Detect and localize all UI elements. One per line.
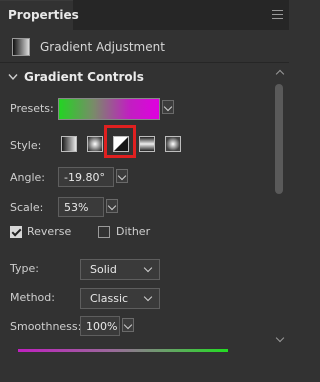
- style-radial-icon[interactable]: [87, 136, 103, 152]
- method-label: Method:: [10, 291, 55, 304]
- presets-label: Presets:: [10, 102, 54, 115]
- style-reflected-icon[interactable]: [139, 136, 155, 152]
- style-label: Style:: [10, 139, 42, 152]
- section-title[interactable]: Gradient Controls: [24, 70, 144, 84]
- style-diamond-icon[interactable]: [165, 136, 181, 152]
- tab-properties-label: Properties: [8, 8, 79, 22]
- angle-dropdown-chevron-icon[interactable]: [116, 169, 128, 183]
- smoothness-label: Smoothness:: [10, 320, 82, 333]
- style-selection-highlight: [104, 125, 136, 158]
- smoothness-dropdown-chevron-icon[interactable]: [122, 318, 134, 332]
- tab-properties[interactable]: Properties: [0, 0, 79, 30]
- gradient-preset-swatch[interactable]: [58, 98, 160, 120]
- scale-dropdown-chevron-icon[interactable]: [106, 199, 118, 213]
- angle-label: Angle:: [10, 171, 46, 184]
- chevron-down-icon: [143, 292, 153, 302]
- type-select[interactable]: Solid: [80, 259, 160, 280]
- chevron-down-icon[interactable]: [8, 73, 18, 81]
- scroll-up-arrow-icon[interactable]: [276, 68, 284, 76]
- reverse-label: Reverse: [27, 225, 72, 238]
- method-select-value: Classic: [90, 292, 129, 305]
- hamburger-menu-icon[interactable]: [272, 10, 283, 19]
- reverse-checkbox[interactable]: [10, 226, 22, 238]
- gradient-preview-bar: [18, 349, 228, 352]
- dither-checkbox[interactable]: [98, 226, 110, 238]
- scale-input[interactable]: 53%: [58, 197, 104, 217]
- dither-label: Dither: [116, 225, 151, 238]
- presets-dropdown-chevron-icon[interactable]: [162, 100, 174, 114]
- scale-label: Scale:: [10, 201, 44, 214]
- adjustment-title: Gradient Adjustment: [40, 40, 165, 54]
- smoothness-input[interactable]: 100%: [80, 316, 120, 336]
- style-linear-icon[interactable]: [61, 136, 77, 152]
- method-select[interactable]: Classic: [80, 288, 160, 309]
- type-label: Type:: [10, 262, 39, 275]
- chevron-down-icon: [143, 263, 153, 273]
- type-select-value: Solid: [90, 263, 117, 276]
- scrollbar-thumb[interactable]: [275, 84, 283, 194]
- header-divider: [0, 62, 289, 63]
- angle-input[interactable]: -19.80°: [58, 167, 114, 187]
- scroll-down-arrow-icon[interactable]: [276, 336, 284, 344]
- gradient-adjustment-icon: [12, 38, 30, 56]
